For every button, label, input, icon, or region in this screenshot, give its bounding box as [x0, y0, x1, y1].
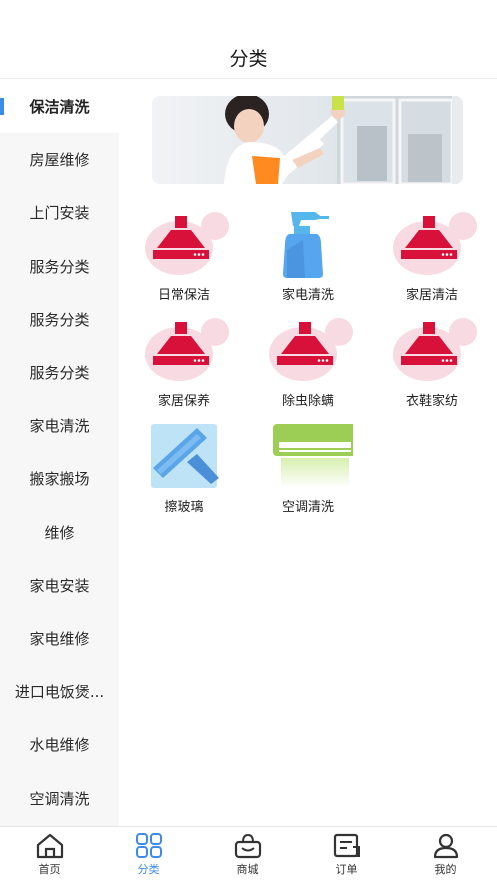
- category-appliance-cleaning[interactable]: 家电清洗: [253, 210, 363, 303]
- header: 分类: [0, 0, 497, 79]
- category-clothing-textiles[interactable]: 衣鞋家纺: [377, 316, 487, 409]
- grid-icon: [135, 833, 162, 858]
- range-hood-icon: [387, 316, 477, 386]
- range-hood-icon: [139, 210, 229, 280]
- range-hood-icon: [139, 316, 229, 386]
- cleaning-banner-image: [152, 96, 463, 184]
- sidebar-item-service-2[interactable]: 服务分类: [0, 293, 119, 346]
- squeegee-icon: [139, 422, 229, 492]
- category-label: 空调清洗: [281, 500, 334, 515]
- order-icon: [333, 833, 360, 858]
- tab-label: 商城: [236, 863, 259, 876]
- user-icon: [433, 833, 458, 859]
- category-home-cleaning[interactable]: 家居清洁: [377, 210, 487, 303]
- tab-label: 首页: [38, 863, 61, 876]
- category-label: 家居清洁: [405, 288, 458, 303]
- category-label: 家居保养: [157, 394, 210, 409]
- category-window-cleaning[interactable]: 擦玻璃: [129, 422, 239, 515]
- sidebar-item-moving[interactable]: 搬家搬场: [0, 452, 119, 505]
- page-title: 分类: [229, 48, 268, 70]
- home-icon: [36, 833, 63, 859]
- sidebar-item-appliance-repair[interactable]: 家电维修: [0, 612, 119, 665]
- sidebar-item-rice-cooker[interactable]: 进口电饭煲...: [0, 665, 119, 718]
- category-pest-control[interactable]: 除虫除螨: [253, 316, 363, 409]
- sidebar-item-cleaning[interactable]: 保洁清洗: [0, 80, 119, 134]
- tab-home[interactable]: 首页: [0, 827, 99, 883]
- tab-label: 订单: [335, 863, 358, 876]
- tab-category[interactable]: 分类: [99, 827, 198, 883]
- bottom-tab-bar: 首页 分类 商城 订单 我的: [0, 826, 497, 883]
- sidebar-item-house-repair[interactable]: 房屋维修: [0, 133, 119, 186]
- tab-label: 分类: [137, 863, 160, 876]
- category-ac-cleaning[interactable]: 空调清洗: [253, 422, 363, 515]
- spray-bottle-icon: [263, 210, 353, 280]
- sidebar-item-home-install[interactable]: 上门安装: [0, 186, 119, 239]
- sidebar-item-plumbing-electric[interactable]: 水电维修: [0, 718, 119, 771]
- sidebar-item-service-1[interactable]: 服务分类: [0, 240, 119, 293]
- sidebar-item-appliance-cleaning[interactable]: 家电清洗: [0, 399, 119, 452]
- promo-banner[interactable]: [152, 96, 463, 184]
- category-label: 日常保洁: [157, 288, 210, 303]
- category-label: 擦玻璃: [164, 500, 204, 515]
- sidebar-item-repair[interactable]: 维修: [0, 506, 119, 559]
- tab-mall[interactable]: 商城: [198, 827, 297, 883]
- tab-label: 我的: [434, 863, 457, 876]
- range-hood-icon: [387, 210, 477, 280]
- tab-me[interactable]: 我的: [396, 827, 495, 883]
- category-label: 除虫除螨: [281, 394, 334, 409]
- category-home-maintenance[interactable]: 家居保养: [129, 316, 239, 409]
- category-label: 衣鞋家纺: [405, 394, 458, 409]
- category-daily-cleaning[interactable]: 日常保洁: [129, 210, 239, 303]
- tab-orders[interactable]: 订单: [297, 827, 396, 883]
- sidebar-item-service-3[interactable]: 服务分类: [0, 346, 119, 399]
- sidebar-item-appliance-install[interactable]: 家电安装: [0, 559, 119, 612]
- air-conditioner-icon: [263, 422, 357, 492]
- category-sidebar: 保洁清洗 房屋维修 上门安装 服务分类 服务分类 服务分类 家电清洗 搬家搬场 …: [0, 80, 119, 826]
- category-label: 家电清洗: [281, 288, 334, 303]
- shopping-bag-icon: [234, 833, 261, 859]
- category-content: 日常保洁 家电清洗 家居清洁 家居保养 除虫除螨 衣鞋家纺 擦玻璃 空调清洗: [119, 80, 497, 826]
- sidebar-item-ac-cleaning[interactable]: 空调清洗: [0, 771, 119, 824]
- range-hood-icon: [263, 316, 353, 386]
